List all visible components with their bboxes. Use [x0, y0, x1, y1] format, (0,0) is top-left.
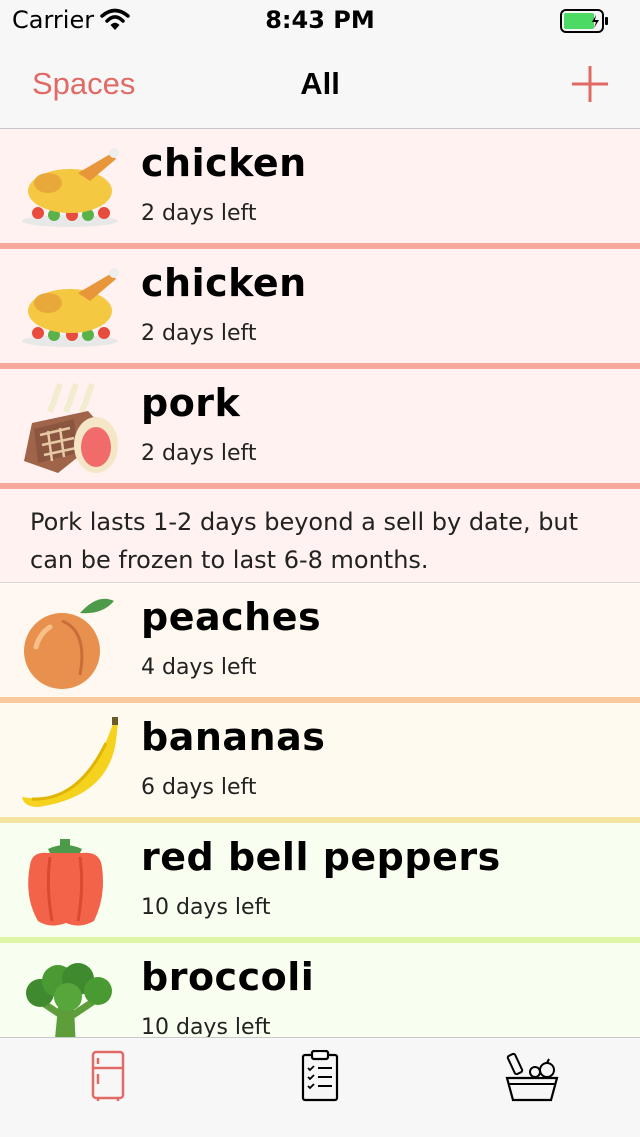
- food-row[interactable]: bananas 6 days left: [0, 703, 640, 823]
- page-title: All: [300, 66, 340, 101]
- days-left-label: 2 days left: [141, 321, 257, 346]
- peach-icon: [24, 598, 114, 689]
- food-name: chicken: [141, 141, 307, 185]
- food-list: chicken 2 days left chicken 2 days left: [0, 129, 640, 1037]
- battery-icon: [560, 9, 608, 33]
- food-name: broccoli: [141, 955, 315, 999]
- food-name: peaches: [141, 595, 322, 639]
- bell-pepper-icon: [28, 839, 104, 926]
- status-bar: Carrier 8:43 PM: [0, 0, 640, 40]
- food-row[interactable]: chicken 2 days left: [0, 249, 640, 369]
- navigation-bar: Spaces All: [0, 40, 640, 129]
- food-name: bananas: [141, 715, 326, 759]
- food-name: pork: [141, 381, 241, 425]
- food-row[interactable]: chicken 2 days left: [0, 129, 640, 249]
- tab-bar: [0, 1037, 640, 1137]
- broccoli-icon: [26, 963, 112, 1037]
- roast-chicken-icon: [22, 268, 119, 347]
- pork-roast-icon: [24, 383, 118, 473]
- food-row[interactable]: peaches 4 days left: [0, 583, 640, 703]
- days-left-label: 2 days left: [141, 201, 257, 226]
- food-row[interactable]: broccoli 10 days left: [0, 943, 640, 1037]
- food-name: red bell peppers: [141, 835, 501, 879]
- status-time: 8:43 PM: [265, 6, 375, 34]
- days-left-label: 2 days left: [141, 441, 257, 466]
- food-row[interactable]: red bell peppers 10 days left: [0, 823, 640, 943]
- fridge-icon[interactable]: [90, 1050, 126, 1102]
- clipboard-checklist-icon[interactable]: [300, 1050, 340, 1102]
- roast-chicken-icon: [22, 148, 119, 227]
- banana-icon: [22, 717, 118, 807]
- add-icon[interactable]: [570, 64, 610, 104]
- grocery-basket-icon[interactable]: [505, 1050, 559, 1102]
- days-left-label: 10 days left: [141, 1015, 271, 1037]
- days-left-label: 4 days left: [141, 655, 257, 680]
- days-left-label: 10 days left: [141, 895, 271, 920]
- storage-tip: Pork lasts 1-2 days beyond a sell by dat…: [0, 489, 640, 583]
- food-name: chicken: [141, 261, 307, 305]
- food-row[interactable]: pork 2 days left: [0, 369, 640, 489]
- days-left-label: 6 days left: [141, 775, 257, 800]
